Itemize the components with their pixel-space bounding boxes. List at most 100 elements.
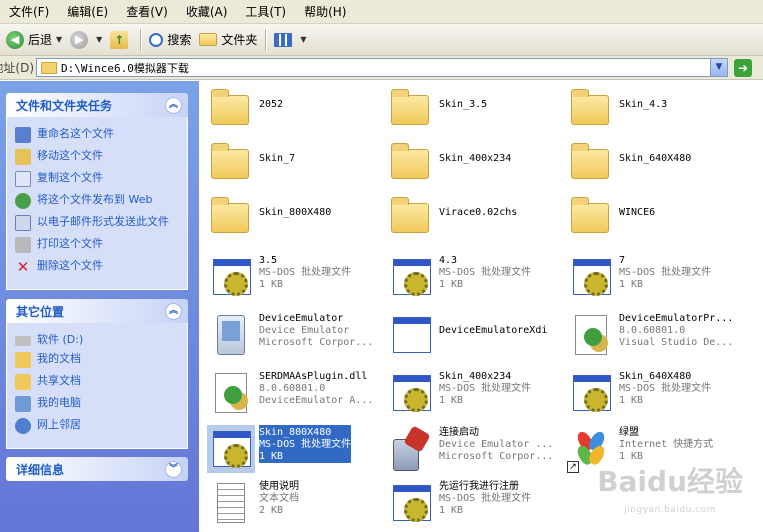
folder-item[interactable]: Skin_7 [207, 139, 295, 187]
file-item[interactable]: Skin_640X480 MS-DOS 批处理文件 1 KB [567, 369, 711, 417]
views-button[interactable]: ▼ [270, 27, 310, 53]
menu-help[interactable]: 帮助(H) [295, 0, 355, 24]
file-item[interactable]: 7 MS-DOS 批处理文件 1 KB [567, 253, 711, 301]
folder-item[interactable]: Skin_4.3 [567, 85, 667, 133]
file-details: Skin_640X480 [619, 139, 691, 165]
file-name: Skin_400x234 [439, 371, 512, 382]
file-details: Skin_400x234 MS-DOS 批处理文件 1 KB [439, 369, 531, 407]
place-network[interactable]: 网上邻居 [15, 418, 183, 434]
go-arrow-icon: ➔ [734, 58, 752, 77]
folder-item[interactable]: Skin_640X480 [567, 139, 691, 187]
task-publish-web[interactable]: 将这个文件发布到 Web [15, 193, 183, 209]
collapse-up-icon[interactable]: ︽ [165, 302, 182, 320]
expand-down-icon[interactable]: ︾ [165, 460, 182, 478]
file-item[interactable]: DeviceEmulatoreXdi [387, 311, 547, 359]
file-details: Skin_3.5 [439, 85, 487, 111]
my-documents-icon [15, 352, 31, 368]
file-name: WINCE6 [619, 207, 656, 218]
file-name: SERDMAAsPlugin.dll [259, 371, 368, 382]
collapse-up-icon[interactable]: ︽ [165, 96, 182, 114]
task-label: 重命名这个文件 [37, 127, 114, 140]
file-size: 1 KB [259, 279, 284, 290]
back-dropdown-icon[interactable]: ▼ [56, 35, 62, 44]
file-item[interactable]: Skin_800X480 MS-DOS 批处理文件 1 KB [207, 425, 352, 473]
place-my-documents[interactable]: 我的文档 [15, 352, 183, 368]
folders-icon [199, 33, 218, 46]
forward-arrow-icon: ▶ [70, 30, 89, 49]
menu-bar: 文件(F) 编辑(E) 查看(V) 收藏(A) 工具(T) 帮助(H) [0, 0, 763, 24]
folders-button[interactable]: 文件夹 [195, 27, 261, 53]
file-details: WINCE6 [619, 193, 655, 219]
file-item[interactable]: Skin_400x234 MS-DOS 批处理文件 1 KB [387, 369, 531, 417]
forward-dropdown-icon[interactable]: ▼ [96, 35, 102, 44]
file-details: 使用说明 文本文档 2 KB [259, 479, 299, 517]
file-item[interactable]: 4.3 MS-DOS 批处理文件 1 KB [387, 253, 531, 301]
menu-favorites[interactable]: 收藏(A) [177, 0, 237, 24]
forward-button[interactable]: ▶ ▼ [66, 27, 106, 53]
folder-icon [207, 139, 255, 187]
dll-file-icon [567, 311, 615, 359]
details-header[interactable]: 详细信息 ︾ [6, 457, 188, 481]
file-tasks-header[interactable]: 文件和文件夹任务 ︽ [6, 93, 188, 117]
task-print[interactable]: 打印这个文件 [15, 237, 183, 253]
address-input[interactable]: D:\Wince6.0模拟器下载 ▼ [36, 58, 728, 77]
file-size: 1 KB [439, 505, 464, 516]
menu-file[interactable]: 文件(F) [0, 0, 58, 24]
file-item[interactable]: DeviceEmulatorPr... 8.0.60801.0 Visual Stu… [567, 311, 733, 359]
views-dropdown-icon[interactable]: ▼ [300, 35, 306, 44]
file-type: 文本文档 [259, 493, 299, 504]
batch-file-icon [387, 369, 435, 417]
folder-item[interactable]: WINCE6 [567, 193, 655, 241]
place-drive-d[interactable]: 软件 (D:) [15, 333, 183, 346]
menu-tools[interactable]: 工具(T) [236, 0, 295, 24]
file-details: Skin_800X480 MS-DOS 批处理文件 1 KB [259, 425, 352, 463]
file-details: 先运行我进行注册 MS-DOS 批处理文件 1 KB [439, 479, 531, 517]
task-delete[interactable]: ✕ 删除这个文件 [15, 259, 183, 275]
task-move[interactable]: 移动这个文件 [15, 149, 183, 165]
file-size: 1 KB [619, 395, 644, 406]
folder-item[interactable]: Skin_3.5 [387, 85, 487, 133]
file-item[interactable]: SERDMAAsPlugin.dll 8.0.60801.0 DeviceEmula… [207, 369, 373, 417]
place-shared-documents[interactable]: 共享文档 [15, 374, 183, 390]
place-my-computer[interactable]: 我的电脑 [15, 396, 183, 412]
file-details: DeviceEmulatoreXdi [439, 311, 547, 337]
file-size: Microsoft Corpor... [259, 337, 374, 348]
menu-view[interactable]: 查看(V) [117, 0, 177, 24]
toolbar: ◀ 后退 ▼ ▶ ▼ ↑ 搜索 文件夹 ▼ [0, 24, 763, 56]
file-item[interactable]: 先运行我进行注册 MS-DOS 批处理文件 1 KB [387, 479, 531, 527]
task-rename[interactable]: 重命名这个文件 [15, 127, 183, 143]
file-size: 1 KB [619, 279, 644, 290]
views-icon [274, 32, 293, 47]
task-copy[interactable]: 复制这个文件 [15, 171, 183, 187]
folder-item[interactable]: Virace0.02chs [387, 193, 517, 241]
file-name: Skin_800X480 [259, 207, 332, 218]
folder-item[interactable]: 2052 [207, 85, 283, 133]
file-item[interactable]: 使用说明 文本文档 2 KB [207, 479, 299, 527]
search-icon [149, 32, 164, 47]
menu-edit[interactable]: 编辑(E) [58, 0, 117, 24]
folder-item[interactable]: Skin_400x234 [387, 139, 511, 187]
file-item[interactable]: DeviceEmulator Device Emulator Microsoft C… [207, 311, 373, 359]
folder-icon [207, 85, 255, 133]
search-button[interactable]: 搜索 [145, 27, 195, 53]
task-label: 以电子邮件形式发送此文件 [37, 215, 169, 228]
other-places-title: 其它位置 [16, 304, 65, 319]
batch-file-icon [387, 253, 435, 301]
address-bar: 地址(D) D:\Wince6.0模拟器下载 ▼ ➔ [0, 56, 763, 80]
back-button[interactable]: ◀ 后退 ▼ [2, 27, 66, 53]
file-details: Skin_400x234 [439, 139, 511, 165]
watermark-brand: Baidu经验 [597, 465, 743, 498]
my-computer-icon [15, 396, 31, 412]
up-folder-button[interactable]: ↑ [106, 27, 136, 53]
file-item[interactable]: 连接启动 Device Emulator ... Microsoft Corpor.… [387, 425, 553, 473]
other-places-header[interactable]: 其它位置 ︽ [6, 299, 188, 323]
go-button[interactable]: ➔ [734, 58, 760, 78]
folder-item[interactable]: Skin_800X480 [207, 193, 331, 241]
file-type: MS-DOS 批处理文件 [439, 383, 532, 394]
address-dropdown-icon[interactable]: ▼ [710, 59, 727, 76]
file-details: Virace0.02chs [439, 193, 517, 219]
file-item[interactable]: 3.5 MS-DOS 批处理文件 1 KB [207, 253, 351, 301]
task-email[interactable]: 以电子邮件形式发送此文件 [15, 215, 183, 231]
file-details: Skin_640X480 MS-DOS 批处理文件 1 KB [619, 369, 711, 407]
file-details: DeviceEmulatorPr... 8.0.60801.0 Visual Stu… [619, 311, 733, 349]
